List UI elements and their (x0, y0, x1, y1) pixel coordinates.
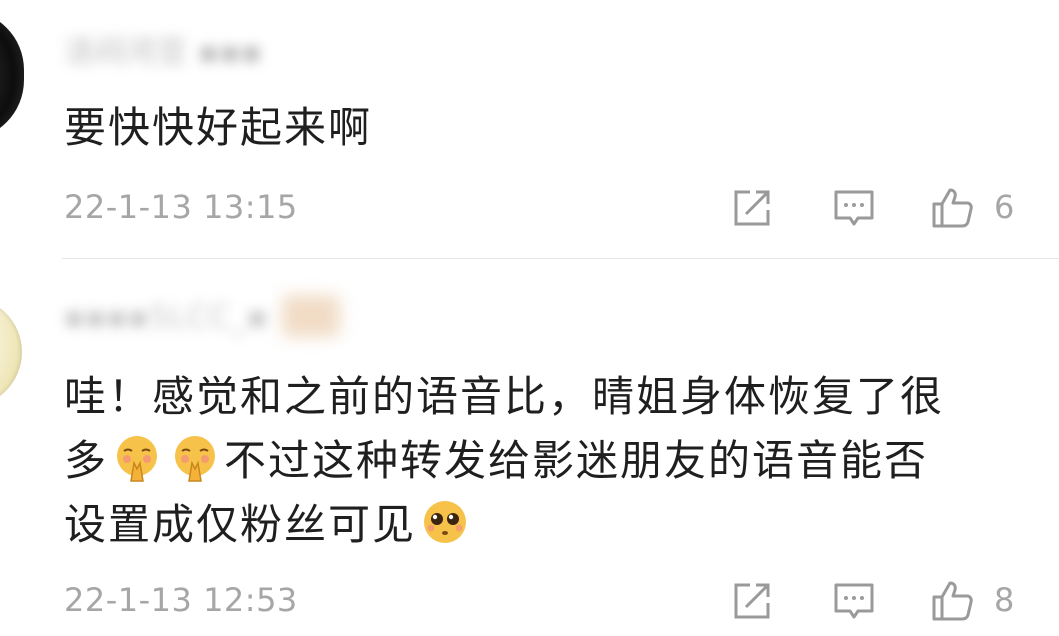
comment-text-line: 多 (64, 436, 109, 485)
avatar[interactable] (0, 297, 22, 407)
comment-text: 哇！感觉和之前的语音比，晴姐身体恢复了很 多 不过这种转发给影迷朋友的语音能否 … (64, 365, 1054, 557)
timestamp: 22-1-13 12:53 (64, 581, 298, 619)
share-icon (734, 583, 770, 619)
comment-item: ▪▪▪▪5LCC_▪ 哇！感觉和之前的语音比，晴姐身体恢复了很 多 不过这种转发… (0, 259, 1059, 636)
comment-text-line: 哇！感觉和之前的语音比，晴姐身体恢复了很 (64, 372, 945, 421)
comment-icon (834, 583, 874, 619)
username[interactable]: ▪▪▪▪5LCC_▪ (64, 301, 268, 335)
comment-text-line: 设置成仅粉丝可见 (64, 500, 417, 549)
share-button[interactable] (730, 186, 774, 230)
comment-icon (834, 190, 874, 226)
thumbs-up-icon (932, 188, 973, 228)
share-icon (734, 190, 770, 226)
comment-text-line: 不过这种转发给影迷朋友的语音能否 (224, 436, 929, 485)
thumbs-up-icon (932, 581, 973, 621)
share-button[interactable] (730, 579, 774, 623)
timestamp: 22-1-13 13:15 (64, 188, 298, 226)
avatar[interactable] (0, 10, 24, 140)
username-badge (282, 295, 340, 337)
praying-blush-emoji (117, 436, 158, 482)
like-count: 6 (994, 188, 1015, 226)
username[interactable]: 活闷河豆 ▪▪▪ (64, 36, 263, 70)
like-button[interactable] (930, 579, 974, 623)
comment-text: 要快快好起来啊 (64, 103, 373, 152)
reply-button[interactable] (832, 579, 876, 623)
like-count: 8 (994, 581, 1015, 619)
pleading-face-emoji (424, 501, 467, 543)
praying-blush-emoji (175, 436, 216, 482)
like-button[interactable] (930, 186, 974, 230)
comment-item: 活闷河豆 ▪▪▪ 要快快好起来啊 22-1-13 13:15 6 (0, 0, 1059, 258)
reply-button[interactable] (832, 186, 876, 230)
